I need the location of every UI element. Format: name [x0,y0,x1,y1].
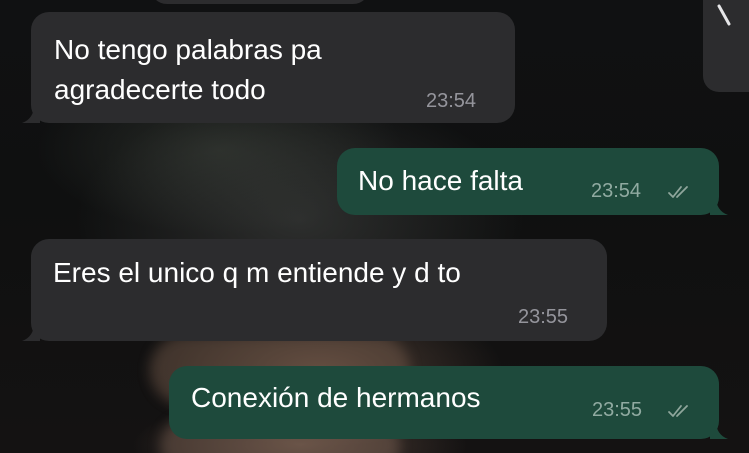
message-bubble-incoming[interactable]: Eres el unico q m entiende y d to 23:55 [22,239,607,341]
partial-icon [717,4,731,26]
message-timestamp: 23:55 [518,306,569,328]
bubble-tail [710,197,728,215]
bubble-tail [22,105,40,123]
bubble-tail [22,323,40,341]
message-bubble-outgoing[interactable]: Conexión de hermanos 23:55 [169,366,728,439]
slash-icon [717,4,731,26]
previous-message-bubble-partial[interactable] [150,0,370,4]
bubble-tail [710,421,728,439]
message-timestamp: 23:55 [592,399,643,421]
message-bubble-outgoing[interactable]: No hace falta 23:54 [337,148,728,215]
message-timestamp: 23:54 [426,90,477,112]
message-timestamp: 23:54 [591,180,642,202]
message-text: Eres el unico q m entiende y d to [53,257,461,288]
message-bubble-incoming[interactable]: No tengo palabras pa agradecerte todo 23… [22,12,515,123]
double-check-icon [668,405,688,417]
double-check-icon [668,186,688,198]
message-text: No tengo palabras pa agradecerte todo [54,34,322,105]
message-text: No hace falta [358,165,523,196]
message-text: Conexión de hermanos [191,382,481,413]
